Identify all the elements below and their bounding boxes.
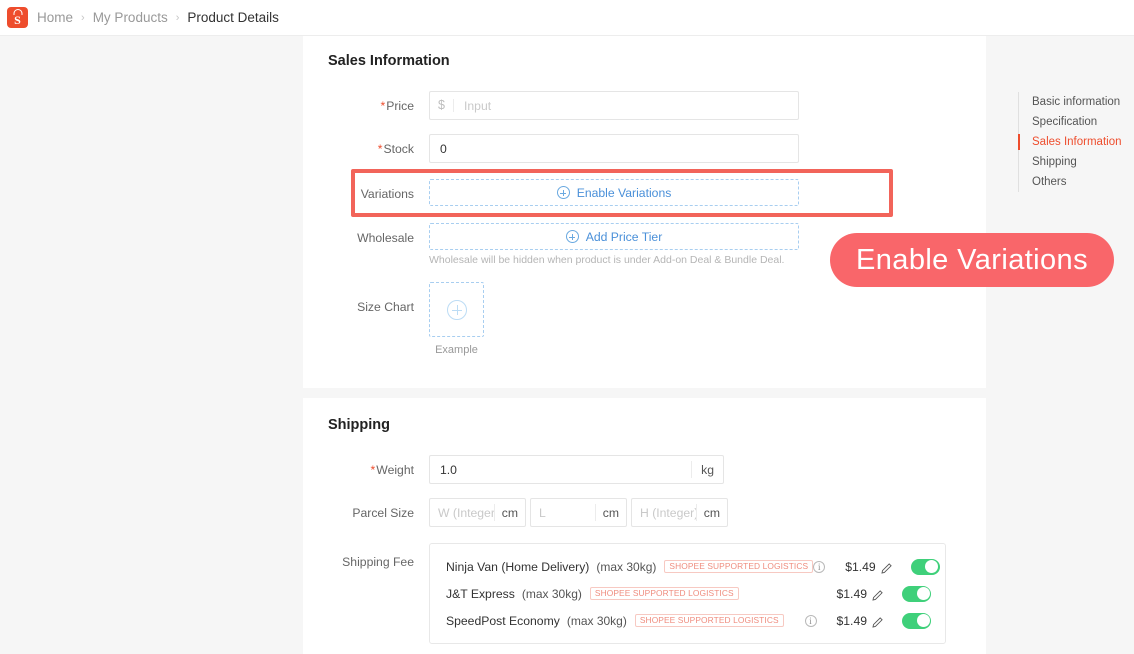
parcel-width-unit: cm	[493, 504, 525, 521]
anchor-item-basic-information[interactable]: Basic information	[1018, 92, 1134, 112]
weight-row: *Weight 1.0 kg	[303, 455, 986, 484]
breadcrumb-item-product-details: Product Details	[187, 10, 279, 25]
logo-letter: S	[14, 13, 21, 27]
breadcrumb-bar: S Home › My Products › Product Details	[0, 0, 1134, 36]
size-chart-caption: Example	[435, 344, 478, 356]
shipping-option-name: SpeedPost Economy	[446, 613, 560, 628]
add-price-tier-label: Add Price Tier	[585, 229, 663, 244]
stock-input[interactable]: 0	[429, 134, 799, 163]
shipping-option-max-weight: (max 30kg)	[566, 613, 627, 628]
parcel-length-value: L	[539, 505, 546, 520]
stock-label: *Stock	[328, 134, 429, 156]
parcel-length-unit: cm	[594, 504, 626, 521]
info-icon[interactable]: i	[804, 614, 817, 627]
parcel-height-unit: cm	[695, 504, 727, 521]
shipping-option-price: $1.49	[836, 613, 868, 628]
size-chart-upload-button[interactable]	[429, 282, 484, 337]
supported-logistics-badge: SHOPEE SUPPORTED LOGISTICS	[589, 586, 739, 601]
price-row: *Price $ Input	[303, 91, 986, 120]
shopee-logo-icon: S	[7, 7, 28, 28]
shipping-option-row: Ninja Van (Home Delivery) (max 30kg) SHO…	[430, 553, 945, 580]
circle-plus-icon	[556, 186, 570, 199]
size-chart-label: Size Chart	[357, 300, 414, 314]
add-price-tier-button[interactable]: Add Price Tier	[429, 223, 799, 250]
supported-logistics-badge: SHOPEE SUPPORTED LOGISTICS	[634, 613, 784, 628]
anchor-navigation: Basic information Specification Sales In…	[1017, 92, 1134, 192]
circle-plus-icon	[565, 230, 579, 243]
anchor-item-specification[interactable]: Specification	[1018, 112, 1134, 132]
wholesale-label: Wholesale	[357, 231, 414, 245]
shipping-option-name: J&T Express	[446, 586, 515, 601]
currency-prefix: $	[430, 99, 454, 112]
parcel-height-value: H (Integer)	[640, 505, 696, 520]
breadcrumb-separator: ›	[175, 11, 180, 24]
weight-label-text: Weight	[376, 463, 414, 477]
shipping-option-max-weight: (max 30kg)	[596, 559, 657, 574]
variations-label: Variations	[360, 187, 414, 201]
parcel-width-input[interactable]: W (Integer) cm	[429, 498, 526, 527]
stock-input-value: 0	[440, 141, 447, 156]
toggle-knob	[925, 560, 939, 573]
breadcrumb-item-my-products[interactable]: My Products	[93, 10, 168, 25]
shipping-fee-label: Shipping Fee	[342, 555, 414, 569]
shipping-card: Shipping *Weight 1.0 kg Parcel Size W (I…	[303, 398, 986, 654]
weight-unit: kg	[691, 461, 723, 478]
supported-logistics-badge: SHOPEE SUPPORTED LOGISTICS	[664, 559, 814, 574]
shipping-fee-list: Ninja Van (Home Delivery) (max 30kg) SHO…	[429, 543, 946, 644]
parcel-size-fields: W (Integer) cm L cm H (Integer) cm	[429, 498, 728, 527]
parcel-size-row: Parcel Size W (Integer) cm L cm H (Integ…	[303, 498, 986, 527]
enable-variations-callout: Enable Variations	[830, 233, 1114, 287]
weight-label: *Weight	[328, 455, 429, 477]
price-input-value: Input	[464, 98, 492, 113]
shipping-option-max-weight: (max 30kg)	[521, 586, 582, 601]
parcel-width-value: W (Integer)	[438, 505, 494, 520]
enable-variations-button[interactable]: Enable Variations	[429, 179, 799, 206]
enable-variations-label: Enable Variations	[576, 185, 672, 200]
breadcrumb-item-home[interactable]: Home	[37, 10, 73, 25]
price-label: *Price	[328, 91, 429, 113]
price-label-text: Price	[386, 99, 414, 113]
shipping-option-price: $1.49	[836, 586, 868, 601]
required-asterisk: *	[380, 99, 386, 113]
anchor-item-sales-information[interactable]: Sales Information	[1017, 132, 1134, 152]
variations-row: Variations Enable Variations	[303, 179, 986, 206]
edit-pencil-icon[interactable]	[872, 615, 883, 628]
sales-information-card: Sales Information *Price $ Input *Stock …	[303, 36, 986, 388]
sales-information-title: Sales Information	[328, 53, 450, 69]
info-icon[interactable]: i	[813, 560, 826, 573]
stock-label-text: Stock	[383, 142, 414, 156]
weight-input-value: 1.0	[440, 462, 457, 477]
parcel-height-input[interactable]: H (Integer) cm	[631, 498, 728, 527]
shipping-option-row: SpeedPost Economy (max 30kg) SHOPEE SUPP…	[430, 607, 945, 634]
shipping-option-price: $1.49	[845, 559, 876, 574]
shipping-fee-row: Shipping Fee Ninja Van (Home Delivery) (…	[303, 543, 986, 644]
required-asterisk: *	[377, 142, 383, 156]
breadcrumb-separator: ›	[81, 11, 85, 24]
anchor-item-others[interactable]: Others	[1018, 172, 1134, 192]
required-asterisk: *	[370, 463, 376, 477]
stock-row: *Stock 0	[303, 134, 986, 163]
anchor-item-shipping[interactable]: Shipping	[1018, 152, 1134, 172]
shipping-option-name: Ninja Van (Home Delivery)	[446, 559, 590, 574]
toggle-knob	[916, 587, 930, 600]
size-chart-row: Size Chart Example	[303, 282, 986, 356]
wholesale-hint: Wholesale will be hidden when product is…	[429, 254, 785, 266]
shipping-option-toggle[interactable]	[902, 612, 931, 629]
weight-input[interactable]: 1.0 kg	[429, 455, 724, 484]
edit-pencil-icon[interactable]	[881, 561, 892, 574]
shipping-option-toggle[interactable]	[910, 558, 940, 575]
parcel-size-label: Parcel Size	[352, 506, 414, 520]
breadcrumb: Home › My Products › Product Details	[37, 10, 279, 25]
shipping-title: Shipping	[328, 417, 391, 433]
shipping-option-row: J&T Express (max 30kg) SHOPEE SUPPORTED …	[430, 580, 945, 607]
edit-pencil-icon[interactable]	[872, 588, 883, 601]
toggle-knob	[916, 614, 930, 627]
price-input[interactable]: $ Input	[429, 91, 799, 120]
circle-plus-icon	[446, 299, 467, 320]
parcel-length-input[interactable]: L cm	[530, 498, 627, 527]
shipping-option-toggle[interactable]	[902, 585, 931, 602]
